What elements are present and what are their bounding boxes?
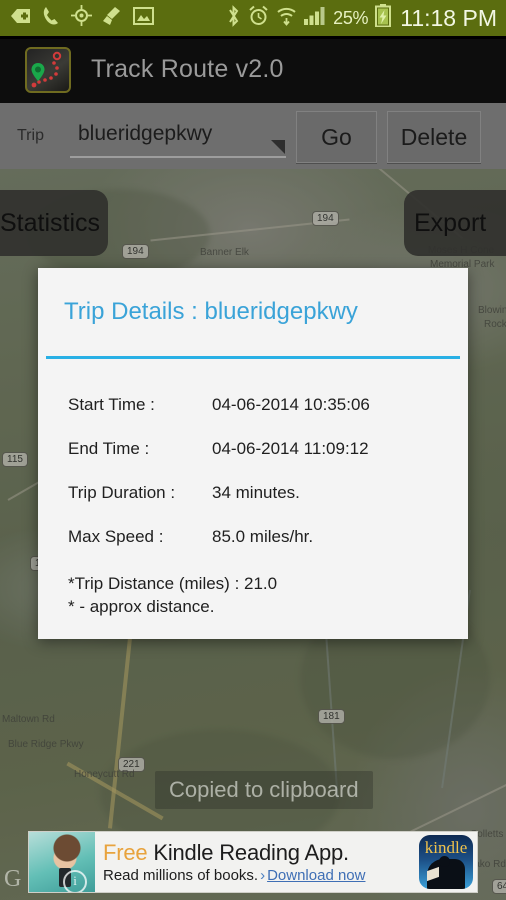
- dialog-body: Start Time : 04-06-2014 10:35:06 End Time …: [38, 359, 468, 639]
- app-install-icon: [10, 6, 32, 31]
- ad-text-block: Free Kindle Reading App. Read millions o…: [95, 840, 419, 884]
- approx-distance-note: * - approx distance.: [68, 596, 215, 616]
- status-bar-shadow: [0, 36, 506, 39]
- trip-detail-row: Trip Duration : 34 minutes.: [38, 471, 468, 515]
- statistics-button[interactable]: Statistics: [0, 190, 108, 256]
- trip-toolbar: Trip blueridgepkwy Go Delete: [0, 103, 506, 169]
- status-bar: 25% 11:18 PM: [0, 0, 506, 36]
- toast-message: Copied to clipboard: [155, 771, 373, 809]
- chevron-right-icon: ›: [260, 867, 266, 884]
- ad-headline-free: Free: [103, 840, 148, 865]
- trip-detail-label: Max Speed :: [68, 527, 164, 546]
- ad-photo-image: i: [29, 832, 95, 892]
- trip-detail-label: End Time :: [68, 439, 150, 458]
- trip-detail-value: 85.0 miles/hr.: [212, 527, 314, 546]
- trip-detail-value: 34 minutes.: [212, 483, 300, 502]
- gps-location-icon: [71, 5, 92, 31]
- trip-detail-label: Trip Duration :: [68, 483, 176, 502]
- trip-spinner-value: blueridgepkwy: [78, 122, 213, 145]
- phone-call-icon: [42, 6, 61, 31]
- chevron-down-icon: [271, 140, 285, 154]
- trip-detail-row: End Time : 04-06-2014 11:09:12: [38, 427, 468, 471]
- ad-banner[interactable]: i Free Kindle Reading App. Read millions…: [28, 831, 478, 893]
- track-route-app-icon: [25, 46, 71, 93]
- gallery-image-icon: [133, 6, 154, 30]
- export-button[interactable]: Export: [404, 190, 506, 256]
- status-bar-right-icons: 25% 11:18 PM: [226, 4, 506, 32]
- ad-headline-rest: Kindle Reading App.: [147, 840, 349, 865]
- delete-button[interactable]: Delete: [387, 111, 481, 163]
- trip-details-dialog: Trip Details : blueridgepkwy Start Time …: [38, 268, 468, 639]
- go-button[interactable]: Go: [296, 111, 377, 163]
- dialog-title: Trip Details : blueridgepkwy: [64, 298, 358, 325]
- app-title-text: Track Route v2.0: [91, 55, 284, 83]
- cleaner-broom-icon: [102, 6, 123, 31]
- trip-detail-rows: Start Time : 04-06-2014 10:35:06 End Time …: [38, 383, 468, 559]
- signal-bars-icon: [304, 6, 326, 30]
- status-bar-left-icons: [0, 5, 154, 31]
- battery-charging-icon: [375, 4, 392, 32]
- kindle-logo-head: [439, 856, 450, 867]
- kindle-logo-icon: kindle: [419, 835, 473, 889]
- trip-detail-value: 04-06-2014 10:35:06: [212, 395, 370, 414]
- ad-subline: Read millions of books. › Download now: [103, 867, 419, 884]
- kindle-logo-word: kindle: [424, 838, 468, 857]
- trip-detail-row: Max Speed : 85.0 miles/hr.: [38, 515, 468, 559]
- ad-subline-text: Read millions of books.: [103, 867, 259, 884]
- status-bar-clock: 11:18 PM: [400, 4, 497, 31]
- app-title-bar: Track Route v2.0: [0, 36, 506, 103]
- trip-distance-note: *Trip Distance (miles) : 21.0: [68, 574, 278, 593]
- bluetooth-icon: [226, 4, 241, 32]
- trip-detail-row: Start Time : 04-06-2014 10:35:06: [38, 383, 468, 427]
- alarm-clock-icon: [248, 5, 269, 32]
- trip-spinner[interactable]: blueridgepkwy: [70, 118, 286, 158]
- battery-percent-label: 25%: [333, 7, 369, 28]
- ad-download-link[interactable]: Download now: [267, 867, 365, 884]
- trip-distance-notes: *Trip Distance (miles) : 21.0 * - approx…: [38, 559, 468, 621]
- map-attribution-watermark: G: [4, 866, 22, 892]
- trip-label: Trip: [17, 127, 44, 144]
- ad-info-icon[interactable]: i: [63, 870, 87, 892]
- wifi-download-icon: [276, 6, 297, 31]
- ad-headline: Free Kindle Reading App.: [103, 840, 419, 866]
- trip-detail-value: 04-06-2014 11:09:12: [212, 439, 369, 458]
- phone-screen: 25% 11:18 PM Track Route v2.0 Trip bluer…: [0, 0, 506, 900]
- trip-detail-label: Start Time :: [68, 395, 155, 414]
